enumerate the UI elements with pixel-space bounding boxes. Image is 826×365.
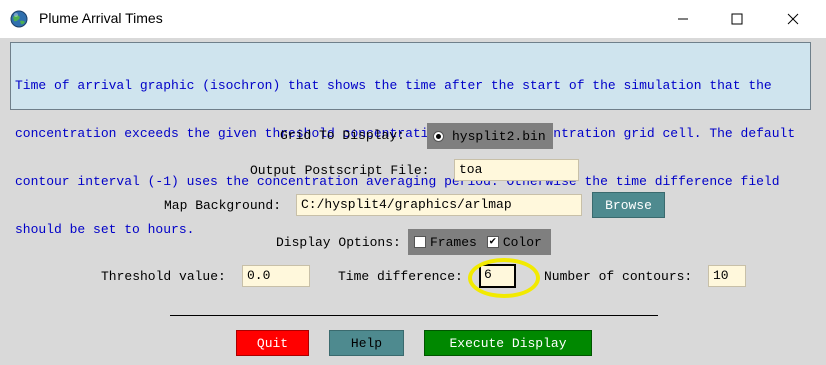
minimize-icon[interactable] <box>660 0 706 38</box>
execute-display-button[interactable]: Execute Display <box>424 330 592 356</box>
display-options-group: Frames ✔ Color <box>408 229 551 255</box>
maximize-icon[interactable] <box>714 0 760 38</box>
frames-label[interactable]: Frames <box>430 235 477 250</box>
color-label[interactable]: Color <box>503 235 542 250</box>
quit-button[interactable]: Quit <box>236 330 309 356</box>
globe-icon <box>10 10 28 28</box>
grid-radio-group: hysplit2.bin <box>427 123 553 149</box>
map-background-input[interactable]: C:/hysplit4/graphics/arlmap <box>296 194 582 216</box>
frames-checkbox[interactable] <box>414 236 426 248</box>
help-button[interactable]: Help <box>329 330 404 356</box>
grid-label: Grid To Display: <box>280 128 405 143</box>
description-line: concentration exceeds the given threshol… <box>15 126 796 141</box>
color-checkbox[interactable]: ✔ <box>486 236 499 248</box>
time-difference-label: Time difference: <box>338 269 463 284</box>
grid-option-label[interactable]: hysplit2.bin <box>452 129 546 144</box>
display-options-label: Display Options: <box>276 235 401 250</box>
threshold-label: Threshold value: <box>101 269 226 284</box>
time-difference-input[interactable]: 6 <box>479 264 516 288</box>
grid-radio-button[interactable] <box>433 130 444 142</box>
map-label: Map Background: <box>164 198 282 213</box>
title-bar: Plume Arrival Times <box>0 0 826 38</box>
output-label: Output Postscript File: <box>250 163 430 178</box>
contours-label: Number of contours: <box>544 269 693 284</box>
window-title: Plume Arrival Times <box>39 10 163 26</box>
description-panel: Time of arrival graphic (isochron) that … <box>10 42 811 237</box>
description-line: Time of arrival graphic (isochron) that … <box>15 78 772 93</box>
browse-button[interactable]: Browse <box>592 192 665 218</box>
separator-line <box>170 315 658 316</box>
threshold-input[interactable]: 0.0 <box>242 265 310 287</box>
contours-input[interactable]: 10 <box>708 265 746 287</box>
output-file-input[interactable]: toa <box>454 159 579 181</box>
close-icon[interactable] <box>770 0 816 38</box>
